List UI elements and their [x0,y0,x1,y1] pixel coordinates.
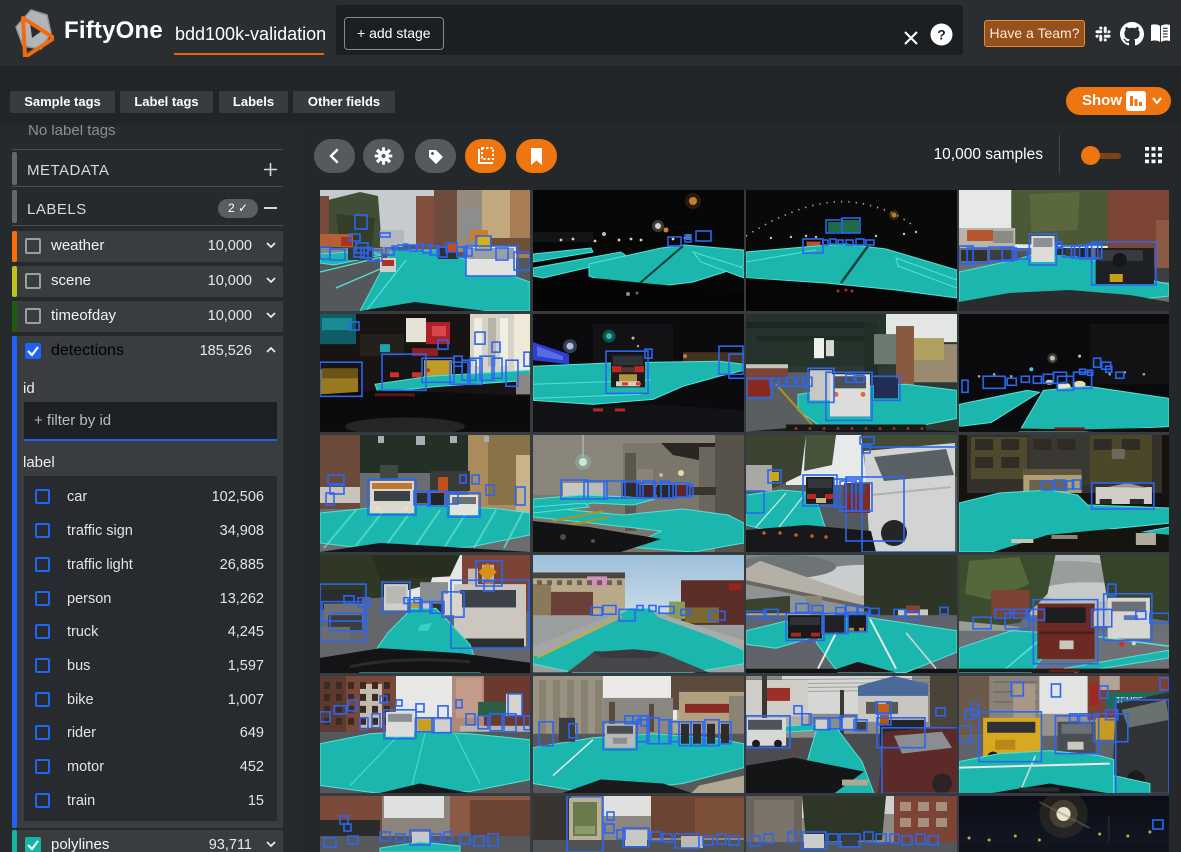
svg-text:?: ? [937,27,946,43]
